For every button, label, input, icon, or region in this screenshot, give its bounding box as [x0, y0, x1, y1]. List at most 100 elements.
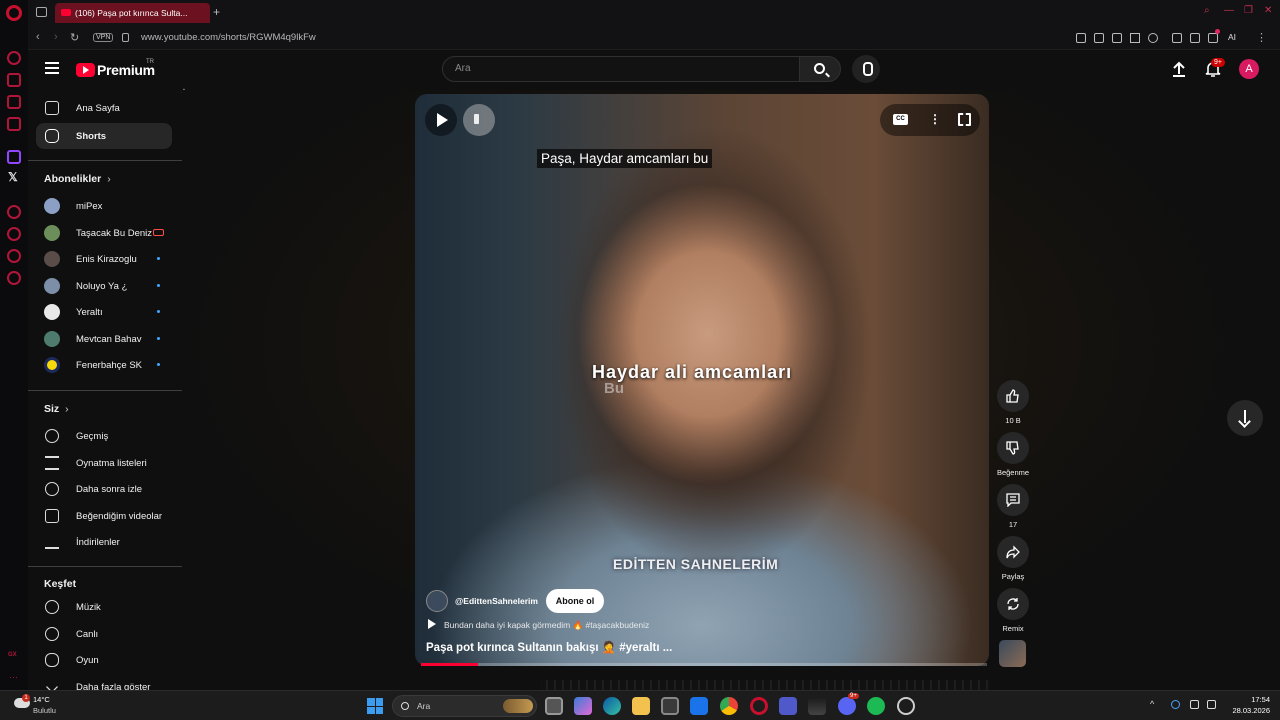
shield-icon[interactable] — [1112, 33, 1122, 43]
pin-icon[interactable] — [1076, 33, 1086, 43]
volume-icon[interactable] — [1207, 700, 1216, 709]
ai-button[interactable]: AI — [1228, 32, 1236, 42]
mic-tray-icon[interactable] — [1171, 700, 1180, 709]
snapshot-icon[interactable] — [1094, 33, 1104, 43]
play-button[interactable] — [425, 104, 457, 136]
new-tab-button[interactable]: + — [213, 5, 220, 19]
subscription-item[interactable]: Enis Kirazoglu — [36, 246, 172, 272]
channel-handle[interactable]: @EdittenSahnelerim — [455, 596, 538, 606]
gx-corner-icon[interactable] — [7, 73, 21, 87]
subscription-item[interactable]: Yeraltı — [36, 299, 172, 325]
next-short-button[interactable] — [1227, 400, 1263, 436]
history-clock-icon[interactable] — [7, 227, 21, 241]
tab-island-icon[interactable] — [36, 7, 47, 17]
url-field[interactable]: www.youtube.com/shorts/RGWM4q9lkFw — [141, 32, 316, 43]
guide-item-liked-videos[interactable]: Beğendiğim videolar — [36, 503, 172, 529]
network-icon[interactable] — [1190, 700, 1199, 709]
player-icon[interactable] — [7, 205, 21, 219]
tab-youtube-short[interactable]: (106) Paşa pot kırınca Sulta... — [55, 3, 210, 23]
subscribe-button[interactable]: Abone ol — [546, 589, 604, 613]
guide-item-downloads[interactable]: İndirilenler — [36, 529, 172, 555]
vpn-badge[interactable]: VPN — [93, 33, 114, 42]
upload-icon[interactable] — [1170, 60, 1188, 78]
discord-icon[interactable] — [838, 697, 856, 715]
subscription-item[interactable]: Fenerbahçe SK — [36, 352, 172, 378]
clock-date[interactable]: 28.03.2026 — [1222, 706, 1270, 715]
captions-button[interactable]: CC — [893, 114, 908, 125]
temperature[interactable]: 14°C — [33, 695, 50, 704]
forward-icon[interactable]: › — [54, 31, 58, 43]
menu-icon[interactable] — [45, 62, 59, 74]
download-icon[interactable] — [1208, 33, 1218, 43]
taskbar-search-input[interactable]: Ara — [392, 695, 537, 717]
gx-control-icon[interactable] — [7, 51, 21, 65]
voice-search-button[interactable] — [852, 55, 880, 83]
guide-item-home[interactable]: Ana Sayfa — [36, 95, 172, 121]
extensions-icon[interactable] — [1172, 33, 1182, 43]
tray-chevron-up-icon[interactable]: ^ — [1150, 699, 1154, 709]
guide-item-history[interactable]: Geçmiş — [36, 423, 172, 449]
edge-icon[interactable] — [603, 697, 621, 715]
task-view-icon[interactable] — [545, 697, 563, 715]
subscription-item[interactable]: Mevtcan Bahav — [36, 326, 172, 352]
file-explorer-icon[interactable] — [632, 697, 650, 715]
app-icon[interactable] — [808, 697, 826, 715]
copilot-icon[interactable] — [574, 697, 592, 715]
spotify-icon[interactable] — [867, 697, 885, 715]
heart-icon[interactable] — [1148, 33, 1158, 43]
settings-gear-icon[interactable] — [7, 271, 21, 285]
short-title[interactable]: Paşa pot kırınca Sultanın bakışı 🤦 #yera… — [426, 640, 672, 654]
reload-icon[interactable]: ↻ — [70, 31, 79, 44]
guide-item-live[interactable]: Canlı — [36, 621, 172, 647]
more-options-icon[interactable]: ⋮ — [929, 112, 941, 126]
back-icon[interactable]: ‹ — [36, 31, 40, 43]
subscription-item[interactable]: Noluyo Ya ¿ — [36, 273, 172, 299]
outlook-icon[interactable] — [690, 697, 708, 715]
volume-button[interactable] — [463, 104, 495, 136]
clock-time[interactable]: 17:54 — [1238, 695, 1270, 704]
maximize-button[interactable]: ❐ — [1244, 5, 1253, 16]
channel-avatar[interactable] — [426, 590, 448, 612]
guide-item-watch-later[interactable]: Daha sonra izle — [36, 476, 172, 502]
guide-item-gaming[interactable]: Oyun — [36, 647, 172, 673]
more-dots-icon[interactable]: ··· — [9, 672, 18, 682]
remix-button[interactable] — [997, 588, 1029, 620]
windows-start-icon[interactable] — [367, 698, 383, 714]
video-progress-bar[interactable] — [421, 663, 987, 666]
store-icon[interactable] — [661, 697, 679, 715]
play-extension-icon[interactable] — [1130, 33, 1140, 43]
sound-thumbnail[interactable] — [999, 640, 1026, 667]
search-input[interactable]: Ara — [442, 56, 800, 82]
subscription-item[interactable]: Taşacak Bu Deniz — [36, 220, 172, 246]
browser-menu-icon[interactable]: ⋮ — [1256, 31, 1267, 44]
account-avatar[interactable]: A — [1239, 59, 1259, 79]
suggested-video-link[interactable]: Bundan daha iyi kapak görmedim 🔥 #taşaca… — [428, 619, 649, 631]
app-icon-2[interactable] — [897, 697, 915, 715]
guide-item-show-more[interactable]: Daha fazla göster — [36, 674, 172, 690]
dislike-button[interactable] — [997, 432, 1029, 464]
minimize-button[interactable]: — — [1224, 5, 1234, 16]
mail-icon[interactable] — [7, 117, 21, 131]
opera-gx-taskbar-icon[interactable] — [750, 697, 768, 715]
search-tabs-icon[interactable]: ⌕ — [1204, 5, 1210, 16]
share-button[interactable] — [997, 536, 1029, 568]
teams-icon[interactable] — [779, 697, 797, 715]
guide-item-music[interactable]: Müzik — [36, 594, 172, 620]
messenger-icon[interactable] — [7, 95, 21, 109]
close-window-button[interactable]: ✕ — [1264, 5, 1272, 16]
chrome-icon[interactable] — [720, 697, 738, 715]
you-heading[interactable]: Siz › — [44, 403, 69, 415]
subscriptions-heading[interactable]: Abonelikler › — [44, 173, 111, 185]
like-button[interactable] — [997, 380, 1029, 412]
subscription-item[interactable]: miPex — [36, 193, 172, 219]
chat-icon[interactable] — [7, 249, 21, 263]
comments-button[interactable] — [997, 484, 1029, 516]
lock-icon[interactable] — [122, 33, 129, 42]
search-button[interactable] — [799, 56, 841, 82]
guide-item-playlists[interactable]: Oynatma listeleri — [36, 450, 172, 476]
x-twitter-icon[interactable]: 𝕏 — [8, 170, 18, 184]
guide-item-shorts[interactable]: Shorts — [36, 123, 172, 149]
opera-gx-logo-icon[interactable] — [6, 5, 22, 21]
twitch-icon[interactable] — [7, 150, 21, 164]
profile-icon[interactable] — [1190, 33, 1200, 43]
